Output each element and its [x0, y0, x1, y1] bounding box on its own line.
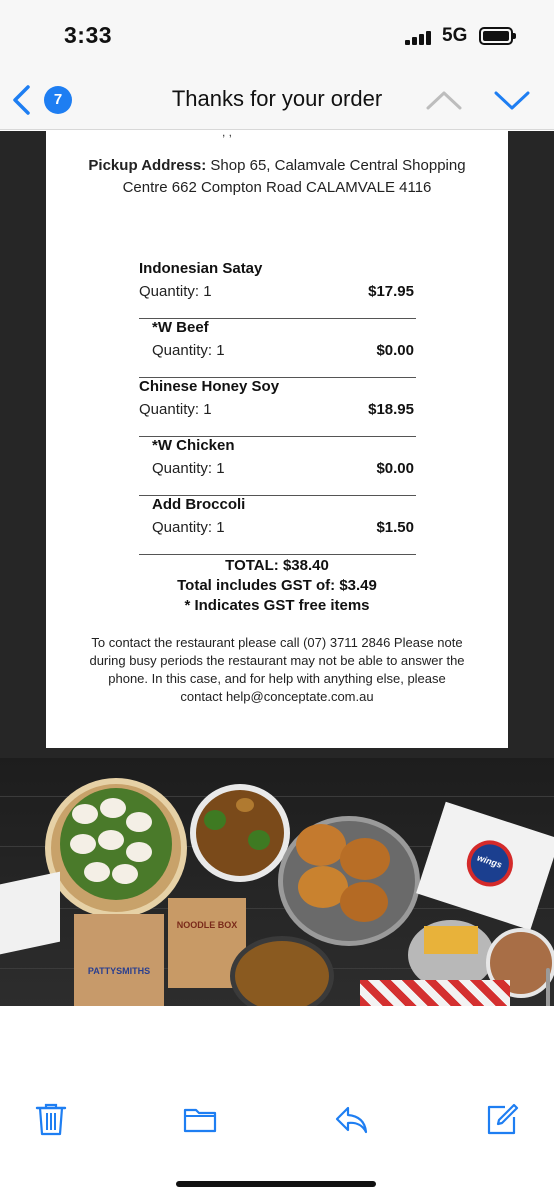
item-price: $0.00	[376, 342, 414, 359]
item-quantity: Quantity: 1	[152, 342, 225, 359]
item-quantity: Quantity: 1	[152, 519, 225, 536]
bottom-toolbar	[0, 1006, 554, 1200]
status-bar: 3:33 5G	[0, 0, 554, 70]
signal-icon	[405, 31, 435, 45]
pattysmiths-box: PATTYSMITHS	[74, 914, 164, 1006]
food-banner-image: PATTYSMITHS NOODLE BOX wings	[0, 758, 554, 1006]
item-name: Add Broccoli	[152, 496, 246, 513]
pickup-address: Pickup Address: Shop 65, Calamvale Centr…	[66, 155, 488, 199]
network-label: 5G	[442, 25, 468, 46]
checkered-cloth	[360, 980, 510, 1006]
chevron-down-icon[interactable]	[492, 84, 532, 116]
order-items: Indonesian Satay Quantity: 1 $17.95 *W B…	[139, 260, 416, 555]
item-price: $17.95	[368, 283, 414, 300]
wings-box: wings	[416, 801, 554, 931]
page-title: Thanks for your order	[171, 86, 383, 111]
gst-amount: Total includes GST of: $3.49	[177, 577, 377, 594]
item-name: *W Beef	[152, 319, 209, 336]
item-price: $1.50	[376, 519, 414, 536]
contact-info: To contact the restaurant please call (0…	[89, 635, 465, 704]
home-indicator[interactable]	[176, 1181, 376, 1187]
item-name: *W Chicken	[152, 437, 235, 454]
reply-icon[interactable]	[334, 1102, 368, 1136]
compose-icon[interactable]	[485, 1102, 519, 1136]
order-item: Add Broccoli Quantity: 1 $1.50	[139, 496, 416, 555]
pickup-label: Pickup Address:	[88, 157, 207, 174]
trash-icon[interactable]	[34, 1102, 68, 1136]
order-item: *W Chicken Quantity: 1 $0.00	[139, 437, 416, 496]
item-quantity: Quantity: 1	[139, 401, 212, 418]
order-totals: TOTAL: $38.40 Total includes GST of: $3.…	[46, 556, 508, 616]
cut-off-text: , ,	[222, 131, 233, 139]
order-item: *W Beef Quantity: 1 $0.00	[139, 319, 416, 378]
item-quantity: Quantity: 1	[152, 460, 225, 477]
item-name: Chinese Honey Soy	[139, 378, 280, 395]
gst-free-note: * Indicates GST free items	[184, 597, 370, 614]
receipt-card: , , Pickup Address: Shop 65, Calamvale C…	[46, 131, 508, 748]
chevron-up-icon[interactable]	[424, 84, 464, 116]
nav-bar: 7 Thanks for your order	[0, 70, 554, 130]
email-body[interactable]: , , Pickup Address: Shop 65, Calamvale C…	[0, 131, 554, 1006]
total-amount: TOTAL: $38.40	[225, 557, 329, 574]
takeaway-box-left	[0, 871, 60, 955]
order-item: Indonesian Satay Quantity: 1 $17.95	[139, 260, 416, 319]
order-item: Chinese Honey Soy Quantity: 1 $18.95	[139, 378, 416, 437]
item-quantity: Quantity: 1	[139, 283, 212, 300]
item-name: Indonesian Satay	[139, 260, 263, 277]
noodle-plate	[230, 936, 334, 1006]
item-price: $0.00	[376, 460, 414, 477]
status-time: 3:33	[64, 22, 113, 48]
item-price: $18.95	[368, 401, 414, 418]
folder-icon[interactable]	[183, 1102, 217, 1136]
battery-icon	[479, 27, 516, 45]
